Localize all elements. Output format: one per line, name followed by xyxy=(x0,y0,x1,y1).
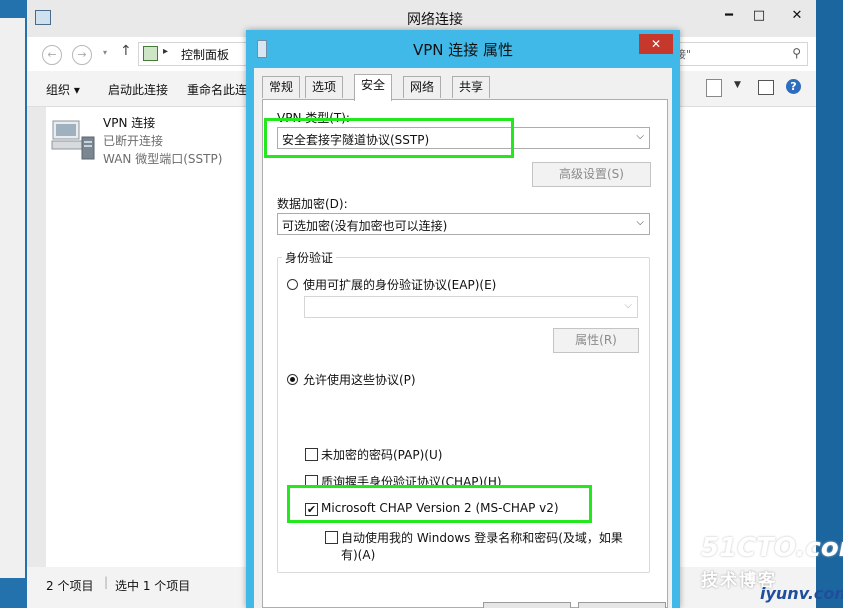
pap-checkbox[interactable] xyxy=(305,448,318,461)
auth-group-title: 身份验证 xyxy=(282,249,337,266)
tab-sharing[interactable]: 共享 xyxy=(452,76,491,98)
allow-protocols-label[interactable]: 允许使用这些协议(P) xyxy=(303,371,416,388)
dialog-body: 常规 选项 安全 网络 共享 VPN 类型(T): 安全套接字隧道协议(SSTP… xyxy=(254,68,672,608)
encryption-select[interactable]: 可选加密(没有加密也可以连接) ⌵ xyxy=(277,213,650,235)
selected-count: 选中 1 个项目 xyxy=(115,579,191,593)
vpn-type-highlight xyxy=(264,118,514,158)
ok-button[interactable] xyxy=(483,602,571,608)
control-panel-icon xyxy=(143,46,158,61)
address-input[interactable]: ▸ 控制面板 xyxy=(138,42,250,66)
vpn-properties-dialog: VPN 连接 属性 ✕ 常规 选项 安全 网络 共享 VPN 类型(T): 安全… xyxy=(246,30,680,608)
preview-pane-icon[interactable] xyxy=(758,80,774,95)
tab-general[interactable]: 常规 xyxy=(262,76,301,98)
start-connection-button[interactable]: 启动此连接 xyxy=(108,81,168,98)
eap-option-label[interactable]: 使用可扩展的身份验证协议(EAP)(E) xyxy=(303,276,496,293)
autologon-checkbox[interactable] xyxy=(325,531,338,544)
connection-name: VPN 连接 xyxy=(103,116,156,130)
change-view-icon[interactable] xyxy=(706,79,722,97)
dialog-title: VPN 连接 属性 xyxy=(412,41,514,59)
maximize-button[interactable]: □ xyxy=(746,6,772,26)
tab-options[interactable]: 选项 xyxy=(305,76,344,98)
allow-protocols-radio[interactable] xyxy=(287,374,298,385)
minimize-button[interactable]: ━ xyxy=(716,6,742,26)
autologon-label-line2[interactable]: 有)(A) xyxy=(341,546,375,563)
watermark-site: iyunv.com xyxy=(760,584,843,603)
behind-window-edge xyxy=(0,18,25,578)
chevron-down-icon: ⌵ xyxy=(636,131,644,142)
breadcrumb-control-panel[interactable]: 控制面板 xyxy=(181,46,229,63)
organize-menu[interactable]: 组织 ▾ xyxy=(46,81,80,98)
close-button[interactable]: ✕ xyxy=(777,6,817,26)
back-icon[interactable]: ← xyxy=(42,45,62,65)
status-divider: | xyxy=(104,575,109,589)
view-dropdown-icon[interactable]: ▼ xyxy=(734,80,741,90)
properties-button[interactable]: 属性(R) xyxy=(553,328,639,353)
watermark-logo: 51CTO.com xyxy=(701,533,843,563)
list-item[interactable]: VPN 连接 已断开连接 WAN 微型端口(SSTP) xyxy=(46,107,246,169)
forward-icon[interactable]: → xyxy=(72,45,92,65)
rename-connection-button[interactable]: 重命名此连 xyxy=(187,81,247,98)
eap-method-select[interactable]: ⌵ xyxy=(304,296,638,318)
connection-status: 已断开连接 xyxy=(103,134,164,148)
desktop-background-right xyxy=(816,0,843,608)
eap-radio[interactable] xyxy=(287,279,298,290)
search-icon[interactable]: ⚲ xyxy=(792,46,801,60)
advanced-settings-button[interactable]: 高级设置(S) xyxy=(532,162,651,187)
encryption-label: 数据加密(D): xyxy=(277,197,348,211)
autologon-label-line1[interactable]: 自动使用我的 Windows 登录名称和密码(及域，如果 xyxy=(341,529,623,546)
tab-security[interactable]: 安全 xyxy=(354,74,393,101)
breadcrumb-separator: ▸ xyxy=(163,46,169,57)
mschap-highlight xyxy=(287,485,592,523)
security-tab-panel: VPN 类型(T): 安全套接字隧道协议(SSTP) ⌵ 高级设置(S) 数据加… xyxy=(262,99,668,608)
chevron-down-icon: ⌵ xyxy=(624,300,632,311)
dialog-close-button[interactable]: ✕ xyxy=(639,34,673,54)
desktop-background-left xyxy=(0,0,27,608)
up-arrow-icon[interactable]: ↑ xyxy=(120,43,132,59)
search-input[interactable]: 接" ⚲ xyxy=(672,42,808,66)
connection-device: WAN 微型端口(SSTP) xyxy=(103,152,223,166)
history-dropdown-icon[interactable]: ▾ xyxy=(103,48,107,57)
pap-label[interactable]: 未加密的密码(PAP)(U) xyxy=(321,446,442,463)
cancel-button[interactable] xyxy=(578,602,666,608)
chevron-down-icon: ⌵ xyxy=(636,217,644,228)
vpn-connection-icon xyxy=(51,120,95,160)
encryption-value: 可选加密(没有加密也可以连接) xyxy=(282,219,448,233)
tab-networking[interactable]: 网络 xyxy=(403,76,442,98)
item-count: 2 个项目 xyxy=(46,579,94,593)
help-icon[interactable]: ? xyxy=(786,79,801,94)
